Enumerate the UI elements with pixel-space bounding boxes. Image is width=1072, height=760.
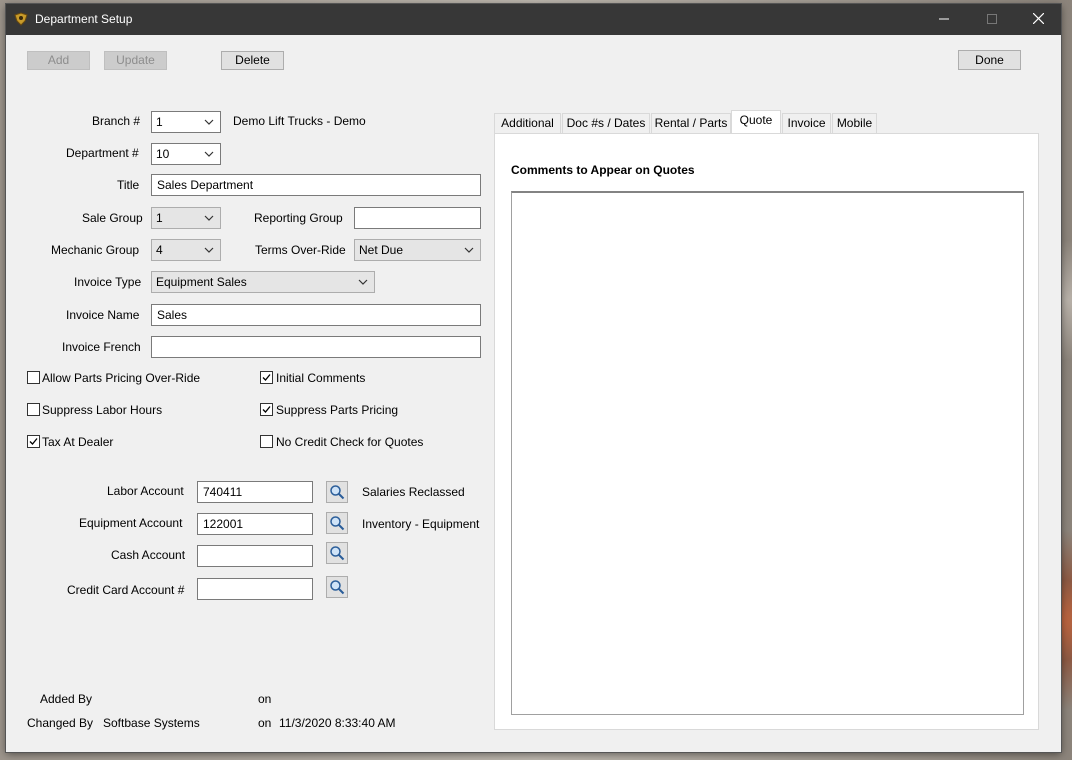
terms-override-label: Terms Over-Ride (255, 243, 346, 257)
changed-on-label: on (258, 716, 272, 730)
equipment-account-desc: Inventory - Equipment (362, 517, 480, 531)
tab-invoice[interactable]: Invoice (782, 113, 831, 133)
initial-comments-label[interactable]: Initial Comments (276, 371, 365, 385)
suppress-labor-hours-label[interactable]: Suppress Labor Hours (42, 403, 162, 417)
initial-comments-checkbox[interactable] (260, 371, 273, 384)
invoice-french-input[interactable] (151, 336, 481, 358)
allow-parts-pricing-checkbox[interactable] (27, 371, 40, 384)
cash-account-label: Cash Account (111, 548, 186, 562)
credit-card-account-input[interactable] (197, 578, 313, 600)
add-button[interactable]: Add (27, 51, 90, 70)
terms-override-value: Net Due (359, 243, 404, 257)
equipment-account-input[interactable]: 122001 (197, 513, 313, 535)
title-label: Title (117, 178, 140, 192)
delete-button[interactable]: Delete (221, 51, 284, 70)
mechanic-group-label: Mechanic Group (51, 243, 140, 257)
check-icon (262, 406, 271, 413)
department-label: Department # (66, 146, 139, 160)
no-credit-check-label[interactable]: No Credit Check for Quotes (276, 435, 423, 449)
tab-quote[interactable]: Quote (731, 110, 781, 133)
changed-by-label: Changed By (27, 716, 94, 730)
cash-account-search-button[interactable] (326, 542, 348, 564)
terms-override-select[interactable]: Net Due (354, 239, 481, 261)
window-title: Department Setup (35, 12, 133, 26)
changed-on-value: 11/3/2020 8:33:40 AM (279, 716, 396, 730)
labor-account-input[interactable]: 740411 (197, 481, 313, 503)
branch-label: Branch # (92, 114, 141, 128)
quote-comments-textarea[interactable] (511, 191, 1024, 715)
added-by-label: Added By (40, 692, 93, 706)
search-icon (330, 546, 345, 561)
changed-by-value: Softbase Systems (103, 716, 200, 730)
chevron-down-icon (204, 215, 214, 221)
close-icon (1032, 12, 1044, 25)
tax-at-dealer-label[interactable]: Tax At Dealer (42, 435, 113, 449)
close-button[interactable] (1015, 4, 1061, 35)
equipment-account-label: Equipment Account (79, 516, 183, 530)
maximize-icon (987, 14, 997, 24)
sale-group-label: Sale Group (82, 211, 143, 225)
search-icon (330, 580, 345, 595)
labor-account-desc: Salaries Reclassed (362, 485, 465, 499)
chevron-down-icon (204, 247, 214, 253)
chevron-down-icon (464, 247, 474, 253)
chevron-down-icon (204, 151, 214, 157)
invoice-name-label: Invoice Name (66, 308, 140, 322)
labor-account-search-button[interactable] (326, 481, 348, 503)
title-bar[interactable]: Department Setup (6, 4, 1061, 35)
branch-select[interactable]: 1 (151, 111, 221, 133)
maximize-button[interactable] (969, 4, 1015, 35)
title-input[interactable]: Sales Department (151, 174, 481, 196)
check-icon (29, 438, 38, 445)
suppress-parts-pricing-label[interactable]: Suppress Parts Pricing (276, 403, 398, 417)
tab-mobile[interactable]: Mobile (832, 113, 877, 133)
suppress-parts-pricing-checkbox[interactable] (260, 403, 273, 416)
chevron-down-icon (358, 279, 368, 285)
allow-parts-pricing-label[interactable]: Allow Parts Pricing Over-Ride (42, 371, 200, 385)
reporting-group-input[interactable] (354, 207, 481, 229)
branch-name: Demo Lift Trucks - Demo (233, 114, 366, 128)
sale-group-select[interactable]: 1 (151, 207, 221, 229)
tab-doc-dates[interactable]: Doc #s / Dates (562, 113, 650, 133)
no-credit-check-checkbox[interactable] (260, 435, 273, 448)
app-icon (14, 12, 28, 26)
update-button[interactable]: Update (104, 51, 167, 70)
tax-at-dealer-checkbox[interactable] (27, 435, 40, 448)
search-icon (330, 485, 345, 500)
reporting-group-label: Reporting Group (254, 211, 343, 225)
branch-value: 1 (156, 115, 163, 129)
mechanic-group-select[interactable]: 4 (151, 239, 221, 261)
minimize-icon (939, 18, 949, 20)
tab-additional[interactable]: Additional (494, 113, 561, 133)
added-on-label: on (258, 692, 272, 706)
credit-card-account-search-button[interactable] (326, 576, 348, 598)
invoice-type-value: Equipment Sales (156, 275, 247, 289)
mechanic-group-value: 4 (156, 243, 163, 257)
done-button[interactable]: Done (958, 50, 1021, 70)
department-select[interactable]: 10 (151, 143, 221, 165)
minimize-button[interactable] (921, 4, 967, 35)
department-value: 10 (156, 147, 170, 161)
equipment-account-search-button[interactable] (326, 512, 348, 534)
comments-label: Comments to Appear on Quotes (511, 163, 695, 177)
chevron-down-icon (204, 119, 214, 125)
cash-account-input[interactable] (197, 545, 313, 567)
labor-account-label: Labor Account (107, 484, 184, 498)
invoice-french-label: Invoice French (62, 340, 141, 354)
suppress-labor-hours-checkbox[interactable] (27, 403, 40, 416)
invoice-type-label: Invoice Type (74, 275, 142, 289)
tab-rental-parts[interactable]: Rental / Parts (651, 113, 731, 133)
invoice-type-select[interactable]: Equipment Sales (151, 271, 375, 293)
sale-group-value: 1 (156, 211, 163, 225)
check-icon (262, 374, 271, 381)
search-icon (330, 516, 345, 531)
invoice-name-input[interactable]: Sales (151, 304, 481, 326)
credit-card-account-label: Credit Card Account # (67, 583, 185, 597)
department-setup-window: Department Setup Add Update Delete Done … (6, 4, 1061, 752)
